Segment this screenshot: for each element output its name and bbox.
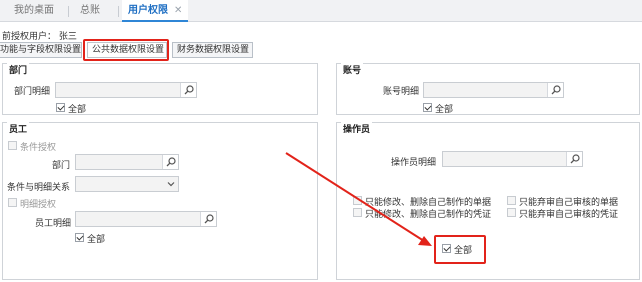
annotation-arrow <box>285 152 432 246</box>
